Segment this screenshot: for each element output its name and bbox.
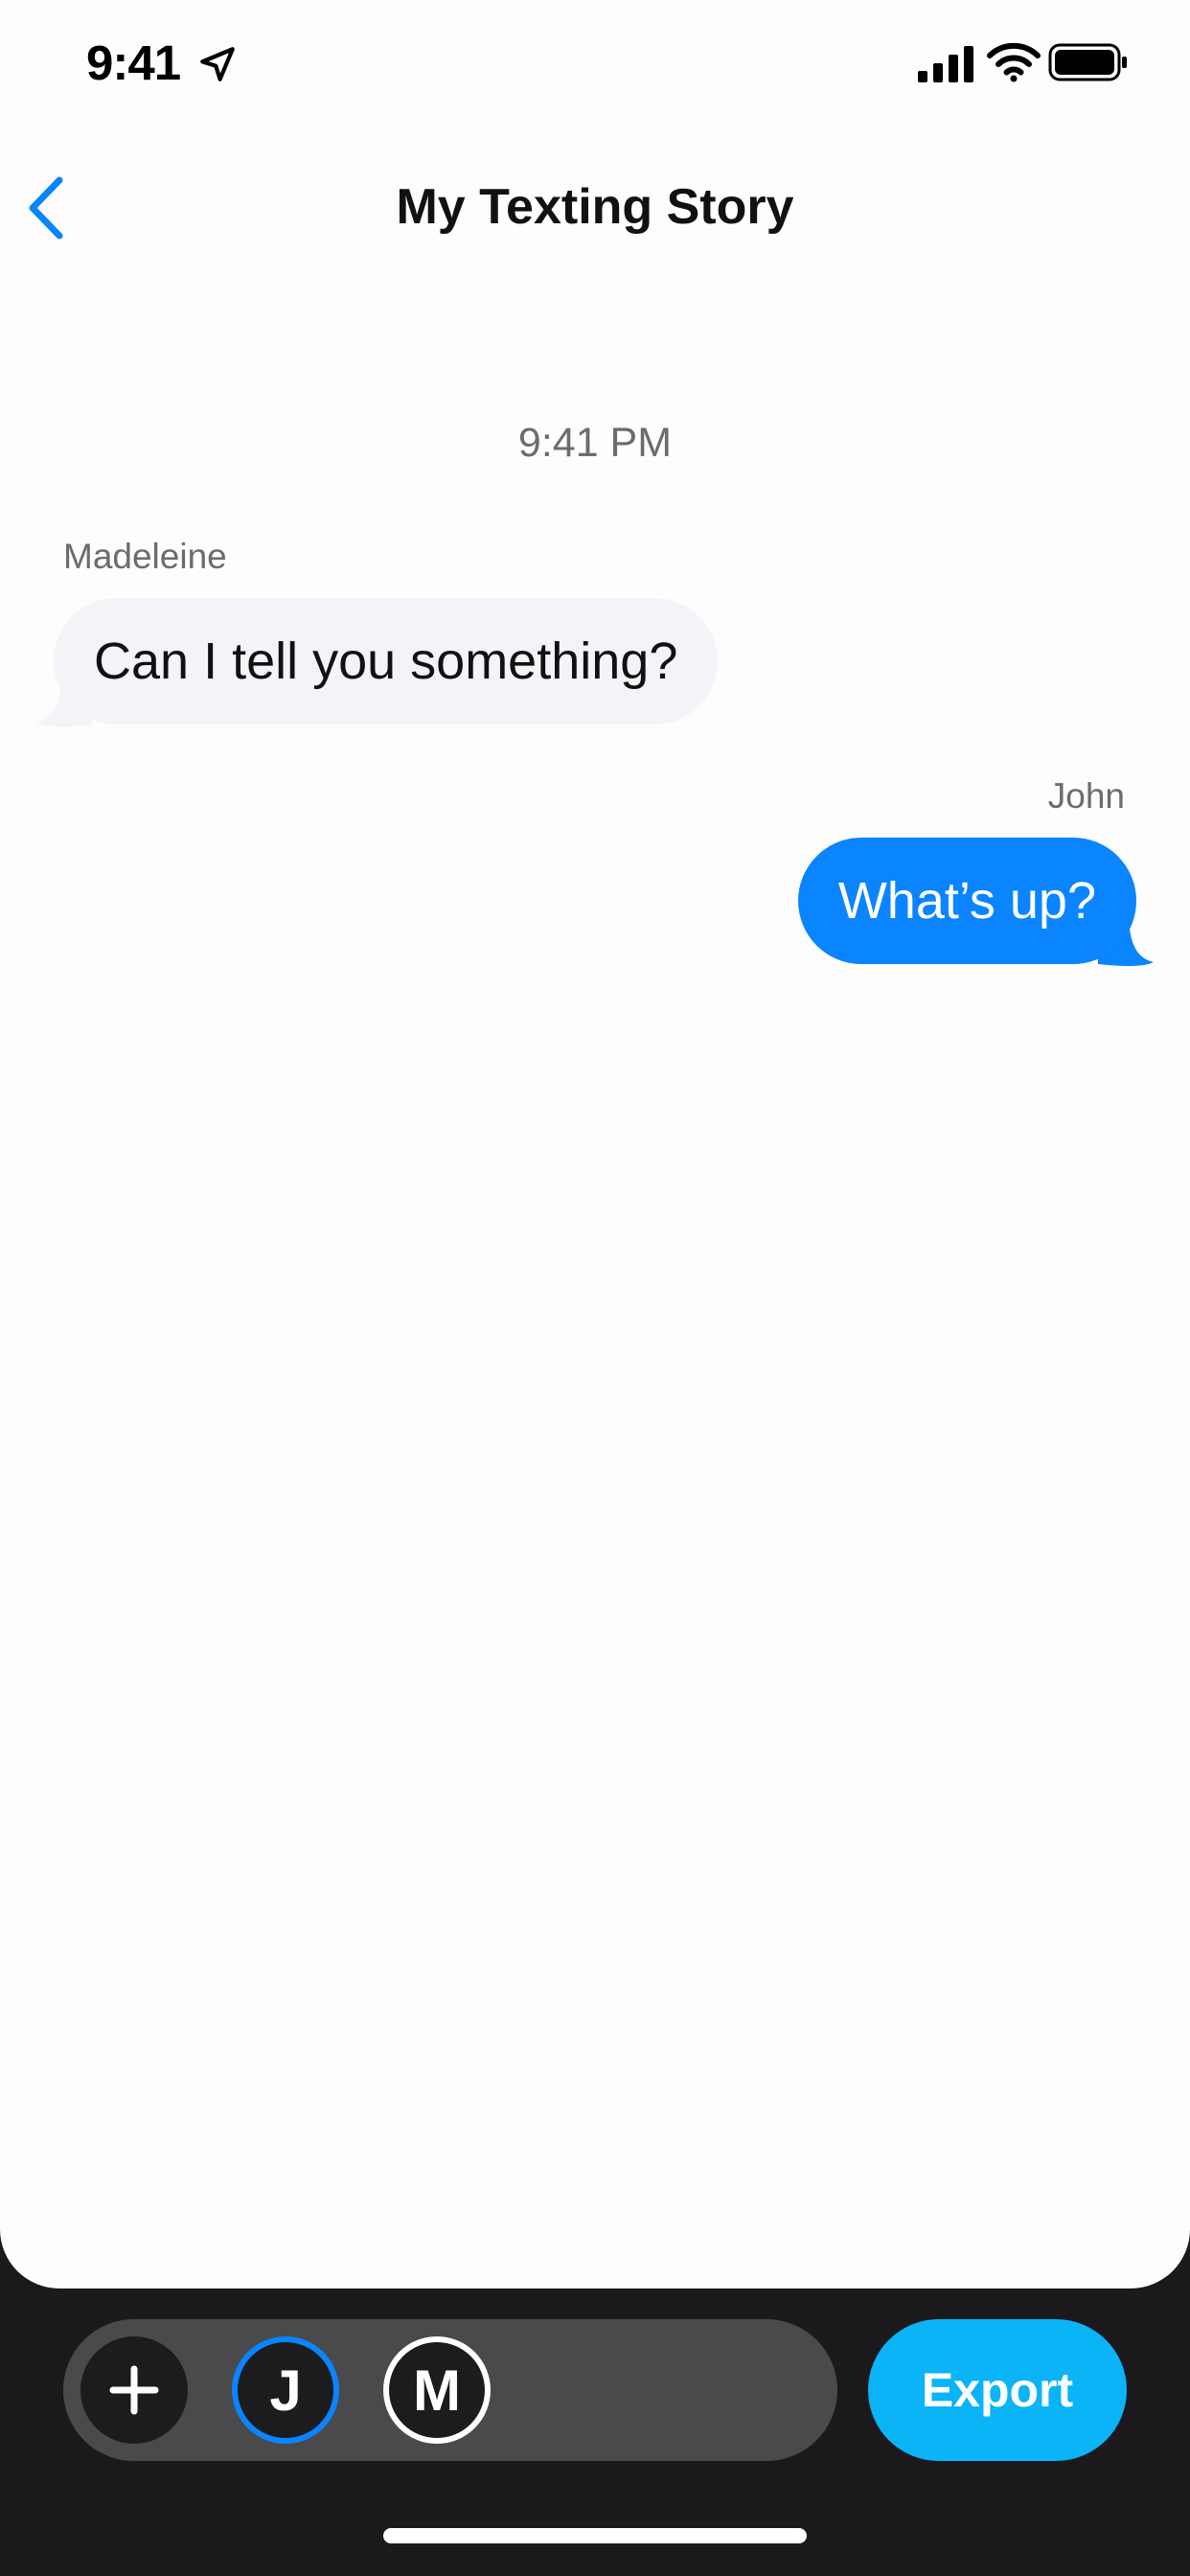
message-text: Can I tell you something?: [94, 632, 678, 690]
chat-timestamp: 9:41 PM: [517, 420, 673, 466]
cellular-signal-icon: [918, 46, 973, 82]
status-time: 9:41: [86, 35, 181, 90]
message-text: What’s up?: [837, 872, 1096, 930]
message-bubble-outgoing[interactable]: What’s up?: [797, 838, 1136, 964]
wifi-icon: [987, 42, 1041, 82]
export-button[interactable]: Export: [868, 2319, 1127, 2461]
message-bubble-incoming[interactable]: Can I tell you something?: [54, 598, 719, 724]
plus-icon: [109, 2365, 159, 2415]
page-title: My Texting Story: [396, 179, 794, 235]
participant-avatar-john[interactable]: J: [232, 2336, 339, 2444]
home-indicator[interactable]: [383, 2528, 807, 2543]
chat-screen: 9:41 My Texting Story 9:41 PM Madeleine …: [0, 0, 1190, 2288]
sender-name: Madeleine: [63, 537, 227, 576]
participant-avatar-madeleine[interactable]: M: [383, 2336, 491, 2444]
battery-icon: [1048, 43, 1127, 81]
add-participant-button[interactable]: [80, 2336, 188, 2444]
location-arrow-icon: [200, 47, 235, 81]
sender-name: John: [1047, 776, 1125, 816]
